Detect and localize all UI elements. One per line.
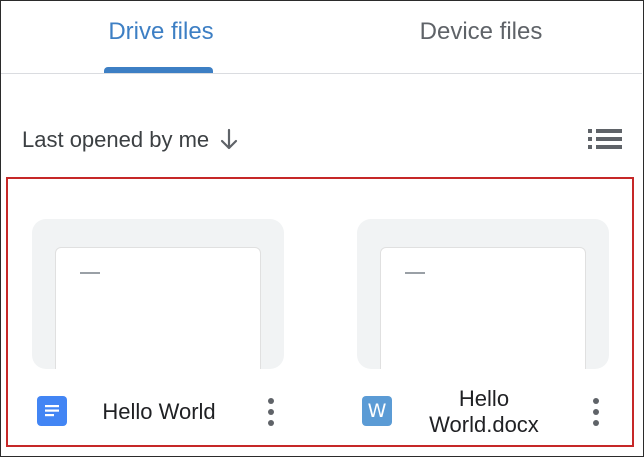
word-icon: W — [362, 396, 392, 426]
document-preview — [380, 247, 586, 369]
more-options-icon[interactable] — [586, 396, 606, 428]
preview-text-line — [80, 272, 100, 274]
file-name-line-1: Hello — [458, 386, 510, 411]
tab-bar: Drive files Device files — [1, 1, 642, 74]
sort-control[interactable]: Last opened by me — [22, 124, 239, 156]
file-thumbnail[interactable] — [32, 219, 284, 369]
sort-label: Last opened by me — [22, 127, 210, 152]
google-docs-icon — [37, 396, 67, 426]
file-name[interactable]: Hello World — [76, 399, 242, 425]
file-thumbnail[interactable] — [357, 219, 609, 369]
arrow-down-icon — [221, 128, 238, 150]
more-options-icon[interactable] — [261, 396, 281, 428]
tab-drive-files[interactable]: Drive files — [1, 1, 321, 73]
word-icon-letter: W — [367, 400, 387, 422]
file-name[interactable]: Hello World.docx — [404, 386, 564, 438]
list-view-icon[interactable] — [588, 126, 622, 152]
file-name-line-2: World.docx — [429, 412, 539, 437]
tab-device-files[interactable]: Device files — [321, 1, 641, 73]
active-tab-indicator — [104, 67, 213, 73]
preview-text-line — [405, 272, 425, 274]
document-preview — [55, 247, 261, 369]
